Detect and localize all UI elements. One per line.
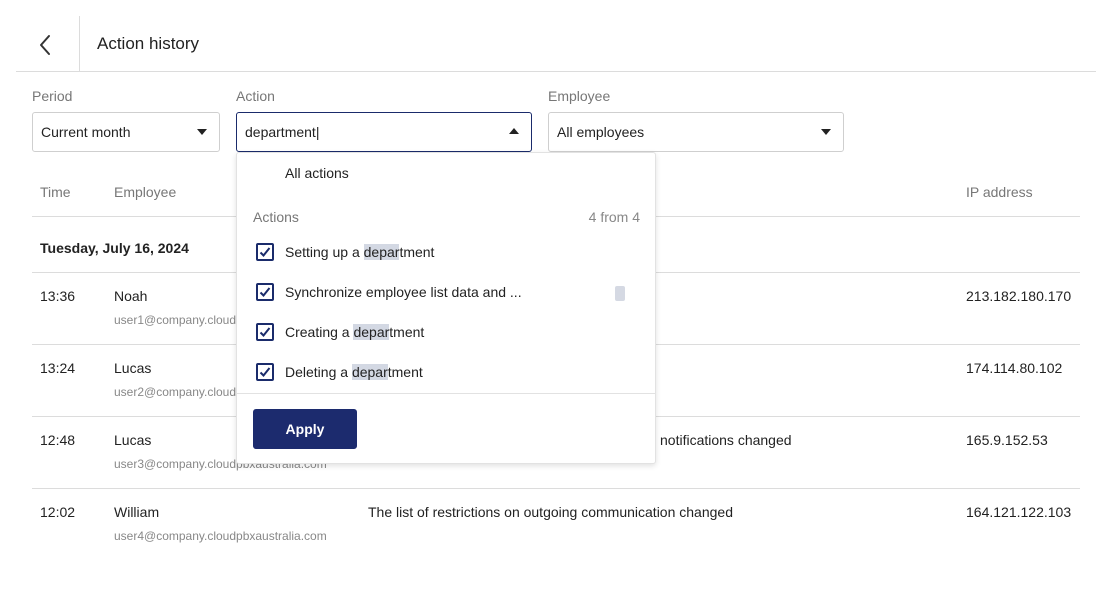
apply-button[interactable]: Apply (253, 409, 357, 449)
row-time: 13:24 (40, 360, 76, 376)
back-button[interactable] (16, 16, 80, 71)
action-option[interactable]: Setting up a department (237, 233, 655, 273)
row-employee-email: user4@company.cloudpbxaustralia.com (114, 529, 327, 543)
checkmark-icon (259, 247, 271, 257)
row-time: 13:36 (40, 288, 76, 304)
chevron-left-icon (40, 35, 50, 55)
checkbox[interactable] (256, 243, 274, 261)
row-ip: 174.114.80.102 (966, 360, 1063, 376)
employee-select[interactable]: All employees (548, 112, 844, 152)
row-ip: 213.182.180.170 (966, 288, 1072, 304)
row-employee-name: Lucas (114, 360, 152, 376)
row-time: 12:48 (40, 432, 76, 448)
row-employee-name: Lucas (114, 432, 152, 448)
column-employee: Employee (114, 184, 177, 200)
column-ip: IP address (966, 184, 1033, 200)
action-search-input[interactable]: department| (236, 112, 532, 152)
row-action: The list of restrictions on outgoing com… (368, 504, 733, 520)
row-employee-name: Noah (114, 288, 148, 304)
row-employee-email: user1@company.cloud (114, 313, 237, 327)
column-time: Time (40, 184, 71, 200)
action-label: Action (236, 88, 275, 104)
action-option[interactable]: Creating a department (237, 313, 655, 353)
page-title: Action history (97, 34, 200, 53)
divider (237, 393, 655, 394)
caret-up-icon (509, 128, 519, 134)
action-option[interactable]: Deleting a department (237, 353, 655, 393)
employee-value: All employees (557, 124, 645, 140)
row-time: 12:02 (40, 504, 76, 520)
action-option[interactable]: Synchronize employee list data and ... (237, 273, 655, 313)
checkmark-icon (259, 287, 271, 297)
checkmark-icon (259, 327, 271, 337)
actions-count: 4 from 4 (588, 209, 640, 225)
header-bar: Action history (16, 16, 1096, 72)
action-option-label: Synchronize employee list data and ... (285, 284, 522, 300)
checkmark-icon (259, 367, 271, 377)
caret-down-icon (197, 129, 207, 135)
period-value: Current month (41, 124, 131, 140)
action-input-value: department| (245, 124, 320, 140)
all-actions-option[interactable]: All actions (285, 165, 349, 181)
action-option-label: Setting up a department (285, 244, 435, 260)
action-dropdown-panel: All actions Actions 4 from 4 Setting up … (236, 152, 656, 464)
employee-label: Employee (548, 88, 611, 104)
scrollbar-thumb[interactable] (615, 286, 625, 301)
checkbox[interactable] (256, 283, 274, 301)
row-ip: 165.9.152.53 (966, 432, 1048, 448)
action-option-label: Creating a department (285, 324, 425, 340)
caret-down-icon (821, 129, 831, 135)
checkbox[interactable] (256, 323, 274, 341)
divider (32, 488, 1080, 489)
row-employee-name: William (114, 504, 160, 520)
checkbox[interactable] (256, 363, 274, 381)
row-employee-email: user2@company.cloud (114, 385, 237, 399)
row-action: notifications changed (660, 432, 792, 448)
actions-section-label: Actions (253, 209, 299, 225)
period-select[interactable]: Current month (32, 112, 220, 152)
date-group-header: Tuesday, July 16, 2024 (40, 240, 189, 256)
action-option-label: Deleting a department (285, 364, 423, 380)
row-ip: 164.121.122.103 (966, 504, 1072, 520)
period-label: Period (32, 88, 73, 104)
